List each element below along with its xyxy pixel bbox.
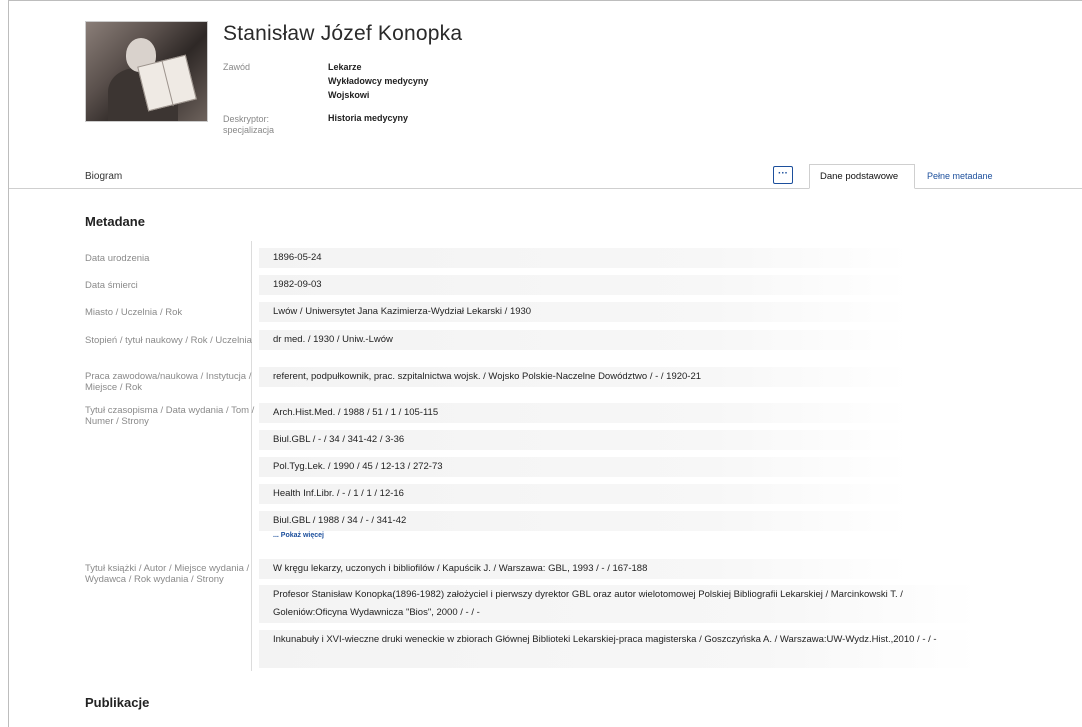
- record-page: Stanisław Józef Konopka Zawód Lekarze Wy…: [8, 0, 1082, 727]
- journal-entry: Arch.Hist.Med. / 1988 / 51 / 1 / 105-115: [273, 407, 439, 418]
- zawod-value-2: Wykładowcy medycyny: [328, 76, 429, 86]
- label-data-smierci: Data śmierci: [85, 280, 138, 291]
- zawod-value-3: Wojskowi: [328, 90, 370, 100]
- show-more-link[interactable]: ... Pokaż więcej: [273, 532, 324, 539]
- portrait-photo: [85, 21, 208, 122]
- metadata-divider: [251, 241, 252, 671]
- descriptor-value: Historia medycyny: [328, 113, 409, 123]
- book-entry: Inkunabuły i XVI-wieczne druki weneckie …: [273, 634, 937, 645]
- tab-biogram[interactable]: Biogram: [85, 171, 122, 182]
- value-data-urodzenia: 1896-05-24: [273, 252, 322, 263]
- book-entry: Profesor Stanisław Konopka(1896-1982) za…: [273, 589, 903, 618]
- metadata-section-title: Metadane: [85, 214, 145, 229]
- label-data-urodzenia: Data urodzenia: [85, 253, 150, 264]
- descriptor-label: Deskryptor: specjalizacja: [223, 114, 275, 135]
- label-praca-zawodowa: Praca zawodowa/naukowa / Instytucja / Mi…: [85, 371, 252, 393]
- journal-entry: Pol.Tyg.Lek. / 1990 / 45 / 12-13 / 272-7…: [273, 461, 443, 472]
- journal-entry: Biul.GBL / 1988 / 34 / - / 341-42: [273, 515, 407, 526]
- value-data-smierci: 1982-09-03: [273, 279, 322, 290]
- value-stopien-tytul: dr med. / 1930 / Uniw.-Lwów: [273, 334, 393, 345]
- journal-entry: Biul.GBL / - / 34 / 341-42 / 3-36: [273, 434, 405, 445]
- zawod-value-1: Lekarze: [328, 62, 362, 72]
- tabs-divider: [9, 188, 1082, 189]
- tab-pelne-metadane[interactable]: Pełne metadane: [927, 171, 993, 181]
- value-praca-zawodowa: referent, podpułkownik, prac. szpitalnic…: [273, 371, 702, 382]
- label-tytul-czasopisma: Tytuł czasopisma / Data wydania / Tom / …: [85, 405, 255, 427]
- more-options-button[interactable]: ···: [773, 166, 793, 184]
- zawod-label: Zawód: [223, 62, 251, 72]
- tab-dane-podstawowe[interactable]: Dane podstawowe: [809, 164, 915, 189]
- journal-entry: Health Inf.Libr. / - / 1 / 1 / 12-16: [273, 488, 404, 499]
- label-stopien-tytul: Stopień / tytuł naukowy / Rok / Uczelnia: [85, 335, 252, 346]
- book-entry: W kręgu lekarzy, uczonych i bibliofilów …: [273, 563, 648, 574]
- label-miasto-uczelnia-rok: Miasto / Uczelnia / Rok: [85, 307, 183, 318]
- value-miasto-uczelnia-rok: Lwów / Uniwersytet Jana Kazimierza-Wydzi…: [273, 306, 532, 317]
- label-tytul-ksiazki: Tytuł książki / Autor / Miejsce wydania …: [85, 563, 250, 585]
- person-name: Stanisław Józef Konopka: [223, 22, 463, 45]
- publikacje-section-title: Publikacje: [85, 695, 150, 710]
